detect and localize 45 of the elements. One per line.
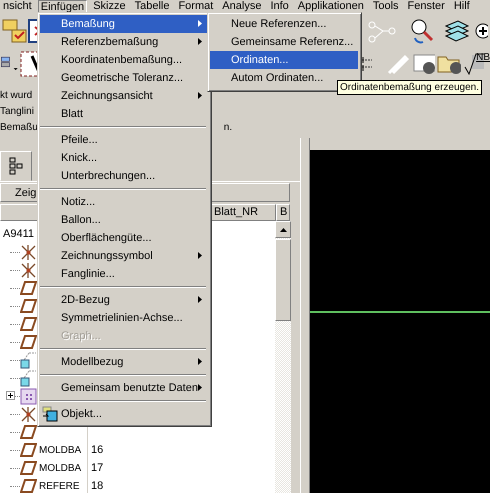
menu-item[interactable]: Gemeinsame Referenz...: [210, 33, 358, 51]
menu-item[interactable]: Bemaßung: [40, 15, 208, 33]
menu-bar-item[interactable]: Analyse: [219, 0, 264, 13]
menu-bar-item[interactable]: Info: [267, 0, 292, 13]
table-cell: 18: [91, 480, 104, 492]
menu-bar-item[interactable]: Format: [175, 0, 216, 13]
message-text: Tanglini: [0, 106, 34, 116]
menu-item[interactable]: 2D-Bezug: [40, 291, 208, 309]
message-text: Bemaßu: [0, 122, 38, 132]
menu-item[interactable]: Neue Referenzen...: [210, 15, 358, 33]
menu-bar-item[interactable]: nsicht: [0, 0, 35, 13]
menu-item[interactable]: Koordinatenbemaßung...: [40, 51, 208, 69]
menu-item[interactable]: Objekt...: [40, 405, 208, 423]
message-text: n.: [224, 122, 232, 132]
menu-item[interactable]: Fanglinie...: [40, 265, 208, 283]
menu-item[interactable]: Referenzbemaßung: [40, 33, 208, 51]
menu-item[interactable]: Geometrische Toleranz...: [40, 69, 208, 87]
table-cell: 17: [91, 462, 104, 474]
tree-item[interactable]: A9411: [3, 228, 34, 240]
tooltip: Ordinatenbemaßung erzeugen.: [337, 80, 482, 95]
menu-item[interactable]: Pfeile...: [40, 131, 208, 149]
table-cell: 16: [91, 444, 104, 456]
menu-item[interactable]: Ballon...: [40, 211, 208, 229]
menu-bar-item[interactable]: Hilf: [450, 0, 473, 13]
menu-bar-item[interactable]: Skizze: [90, 0, 129, 13]
column-header[interactable]: B: [276, 204, 290, 221]
tree-item[interactable]: MOLDBA: [39, 444, 85, 456]
menu-item[interactable]: Zeichnungssymbol: [40, 247, 208, 265]
menu-item[interactable]: Notiz...: [40, 193, 208, 211]
menu-item[interactable]: Unterbrechungen...: [40, 167, 208, 185]
menu-bar-item[interactable]: Tools: [370, 0, 402, 13]
tree-item[interactable]: REFERE: [39, 480, 85, 492]
menu-item[interactable]: Oberflächengüte...: [40, 229, 208, 247]
tree-item[interactable]: MOLDBA: [39, 462, 85, 474]
menu-bar-item[interactable]: Fenster: [404, 0, 448, 13]
menu-item[interactable]: Symmetrielinien-Achse...: [40, 309, 208, 327]
menu-bar-item[interactable]: Applikationen: [294, 0, 367, 13]
menu-item[interactable]: Knick...: [40, 149, 208, 167]
menu-item[interactable]: Modellbezug: [40, 353, 208, 371]
menu-item[interactable]: Ordinaten...: [210, 51, 358, 69]
menu-bar-item[interactable]: Tabelle: [132, 0, 172, 13]
menu-item[interactable]: Gemeinsam benutzte Daten: [40, 379, 208, 397]
menu-item[interactable]: Zeichnungsansicht: [40, 87, 208, 105]
menu-item[interactable]: Blatt: [40, 105, 208, 123]
message-text: kt wurd: [0, 90, 32, 100]
